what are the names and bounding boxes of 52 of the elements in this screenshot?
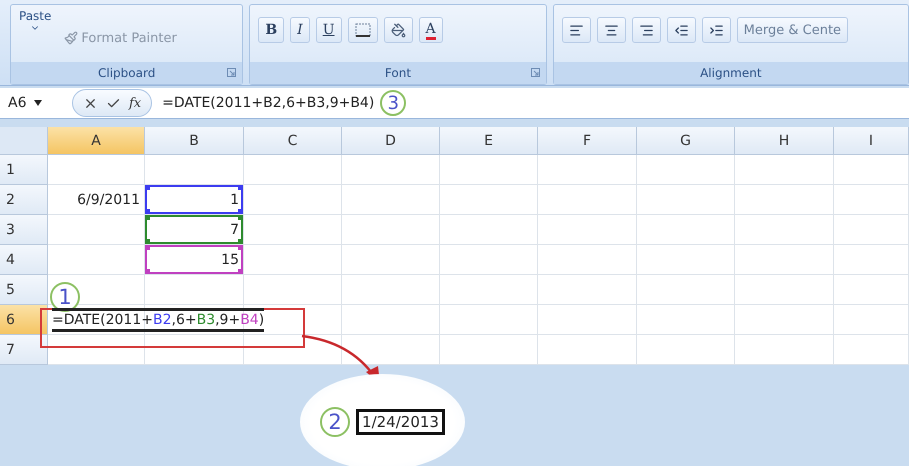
group-label: Alignment (700, 66, 762, 80)
column-header[interactable]: F (538, 127, 637, 155)
align-right-icon (638, 22, 654, 38)
underline-button[interactable]: U (316, 17, 342, 43)
column-header[interactable]: I (834, 127, 909, 155)
table-cell: 6/9/2011 (48, 185, 145, 215)
borders-icon (354, 23, 371, 37)
italic-button[interactable]: I (290, 17, 310, 43)
align-center-icon (604, 22, 619, 38)
row-header[interactable]: 7 (0, 335, 48, 365)
font-color-button[interactable]: A (418, 17, 443, 43)
row-header[interactable]: 2 (0, 185, 48, 215)
caret-icon[interactable] (34, 100, 42, 106)
row-header[interactable]: 6 (0, 305, 48, 335)
name-box[interactable]: A6 (8, 95, 26, 111)
bold-button[interactable]: B (258, 17, 284, 43)
align-left-icon (568, 22, 584, 38)
referenced-cell: 1 (145, 185, 244, 215)
formula-text[interactable]: =DATE(2011+B2,6+B3,9+B4) (162, 95, 374, 111)
group-label: Clipboard (98, 66, 156, 80)
borders-button[interactable] (348, 17, 378, 43)
align-left-button[interactable] (562, 17, 591, 43)
result-cell: 1/24/2013 (356, 409, 445, 435)
group-label: Font (384, 66, 412, 80)
merge-center-button[interactable]: Merge & Cente (736, 17, 848, 43)
column-header[interactable]: A (48, 127, 145, 155)
paint-bucket-icon (390, 22, 406, 38)
referenced-cell: 7 (145, 215, 244, 245)
column-header[interactable]: D (342, 127, 440, 155)
row-header[interactable]: 5 (0, 275, 48, 305)
step-number: 3 (380, 90, 406, 116)
column-header[interactable]: G (637, 127, 735, 155)
paste-button[interactable]: Paste (19, 9, 52, 33)
column-header[interactable]: B (145, 127, 244, 155)
decrease-indent-icon (674, 22, 689, 38)
step-number: 2 (320, 407, 350, 437)
row-header[interactable]: 4 (0, 245, 48, 275)
align-center-button[interactable] (596, 17, 626, 43)
column-header[interactable]: E (440, 127, 538, 155)
row-header[interactable]: 3 (0, 215, 48, 245)
decrease-indent-button[interactable] (666, 17, 696, 43)
align-right-button[interactable] (632, 17, 661, 43)
increase-indent-button[interactable] (702, 17, 731, 43)
increase-indent-icon (708, 22, 724, 38)
column-header[interactable]: C (244, 127, 342, 155)
paintbrush-icon (64, 31, 78, 45)
insert-function-button[interactable]: fx (129, 96, 142, 110)
row-header[interactable]: 1 (0, 155, 48, 185)
referenced-cell: 15 (145, 245, 244, 275)
column-header[interactable]: H (735, 127, 834, 155)
cell-formula: =DATE(2011+B2,6+B3,9+B4) (52, 308, 264, 332)
fill-color-button[interactable] (384, 17, 413, 43)
